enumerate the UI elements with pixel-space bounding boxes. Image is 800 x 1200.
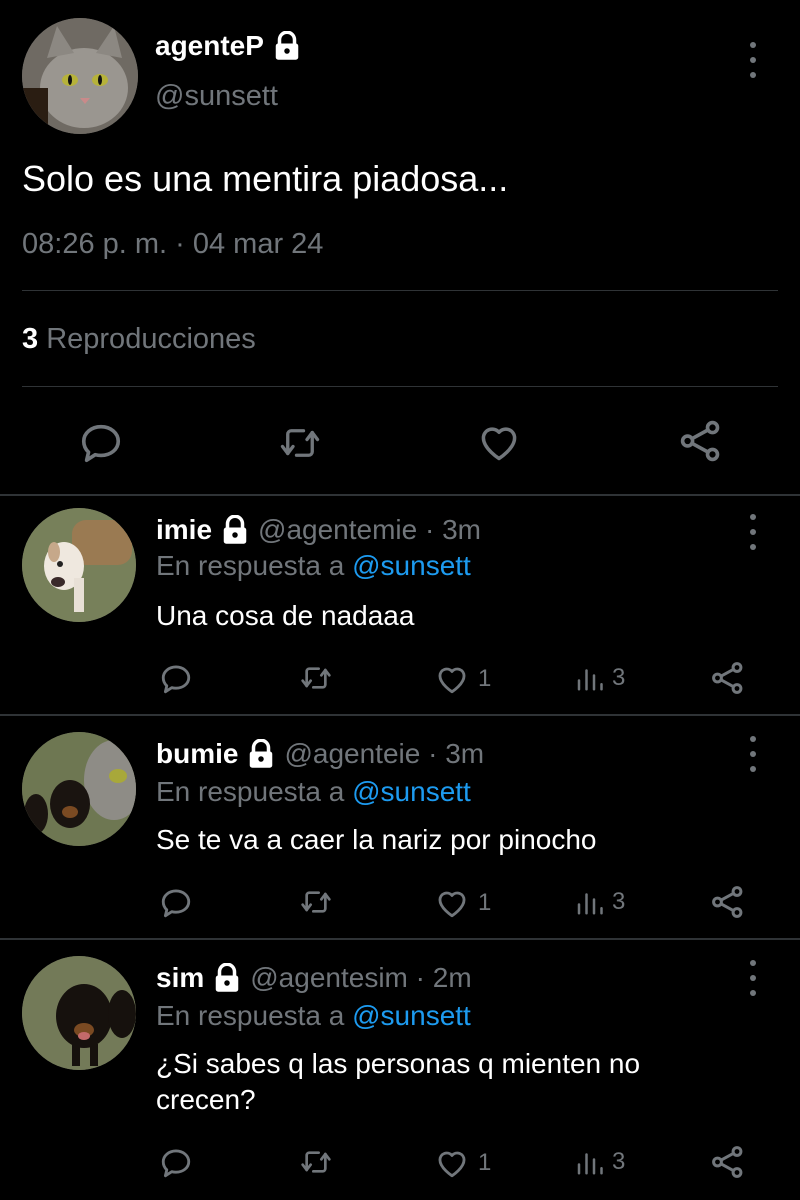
lock-icon xyxy=(216,963,239,992)
main-author[interactable]: agenteP xyxy=(155,30,302,62)
main-handle[interactable]: @sunsett xyxy=(155,80,278,113)
reply-action-share[interactable] xyxy=(710,1144,746,1180)
reply-action-retweet[interactable] xyxy=(298,662,334,694)
reply-header: imie @agentemie · 3m xyxy=(156,514,481,546)
divider xyxy=(0,714,800,716)
share-icon xyxy=(712,662,743,694)
retweet-icon[interactable] xyxy=(276,422,324,464)
views-icon xyxy=(577,669,603,691)
reply-action-share[interactable] xyxy=(710,884,746,920)
reply-header: sim @agentesim · 2m xyxy=(156,962,472,994)
views-icon xyxy=(577,893,603,915)
reply-prefix: En respuesta a xyxy=(156,776,345,807)
main-author-name[interactable]: agenteP xyxy=(155,30,264,62)
reply-context: En respuesta a @sunsett xyxy=(156,1000,471,1032)
like-count: 1 xyxy=(478,889,492,916)
reply-handle[interactable]: @agentemie · 3m xyxy=(258,514,481,546)
like-icon xyxy=(438,891,466,918)
reply-action-like[interactable]: 1 xyxy=(434,662,491,696)
reply-to-link[interactable]: @sunsett xyxy=(352,776,471,807)
reply-author-name[interactable]: bumie xyxy=(156,738,238,770)
like-icon xyxy=(438,667,466,694)
reply-handle[interactable]: @agentesim · 2m xyxy=(250,962,471,994)
main-timestamp[interactable]: 08:26 p. m. · 04 mar 24 xyxy=(22,228,323,261)
divider xyxy=(0,494,800,496)
reply-text: ¿Si sabes q las personas q mienten no cr… xyxy=(156,1048,641,1115)
share-icon xyxy=(712,1146,743,1178)
like-count: 1 xyxy=(478,1149,492,1176)
reply-prefix: En respuesta a xyxy=(156,550,345,581)
reply-action-like[interactable]: 1 xyxy=(434,1146,491,1180)
retweet-icon xyxy=(301,891,331,913)
views-row[interactable]: 3 Reproducciones xyxy=(22,323,256,356)
reply-action-views[interactable]: 3 xyxy=(574,662,625,694)
more-options-icon[interactable] xyxy=(743,736,763,772)
share-icon[interactable] xyxy=(678,418,724,464)
reply-action-share[interactable] xyxy=(710,660,746,696)
views-label: Reproducciones xyxy=(46,323,256,355)
reply-icon xyxy=(161,889,191,918)
retweet-icon xyxy=(301,1151,331,1173)
reply-icon[interactable] xyxy=(78,420,124,466)
views-icon xyxy=(577,1153,603,1175)
reply-icon xyxy=(161,1149,191,1178)
divider xyxy=(22,386,778,387)
more-options-icon[interactable] xyxy=(743,960,763,996)
main-avatar[interactable] xyxy=(22,18,138,134)
reply-handle[interactable]: @agenteie · 3m xyxy=(284,738,484,770)
reply-avatar[interactable] xyxy=(22,956,136,1070)
lock-icon xyxy=(250,739,273,768)
like-icon xyxy=(438,1151,466,1178)
reply-action-reply[interactable] xyxy=(159,662,193,696)
reply-action-views[interactable]: 3 xyxy=(574,1146,625,1178)
reply-prefix: En respuesta a xyxy=(156,1000,345,1031)
reply-author-name[interactable]: sim xyxy=(156,962,204,994)
share-icon xyxy=(712,886,743,918)
divider xyxy=(22,290,778,291)
reply-text: Una cosa de nadaaa xyxy=(156,600,415,631)
views-count: 3 xyxy=(612,1148,626,1175)
reply-to-link[interactable]: @sunsett xyxy=(352,1000,471,1031)
like-icon[interactable] xyxy=(476,420,522,464)
reply-author-name[interactable]: imie xyxy=(156,514,212,546)
more-options-icon[interactable] xyxy=(743,42,763,78)
reply-avatar[interactable] xyxy=(22,508,136,622)
reply-context: En respuesta a @sunsett xyxy=(156,776,471,808)
views-count: 3 xyxy=(22,323,39,355)
main-tweet-text: Solo es una mentira piadosa... xyxy=(22,158,509,199)
like-count: 1 xyxy=(478,665,492,692)
lock-icon xyxy=(275,31,299,60)
reply-text: Se te va a caer la nariz por pinocho xyxy=(156,824,597,855)
retweet-icon xyxy=(301,667,331,689)
reply-context: En respuesta a @sunsett xyxy=(156,550,471,582)
more-options-icon[interactable] xyxy=(743,514,763,550)
reply-header: bumie @agenteie · 3m xyxy=(156,738,484,770)
reply-icon xyxy=(161,665,191,694)
reply-action-like[interactable]: 1 xyxy=(434,886,491,920)
reply-to-link[interactable]: @sunsett xyxy=(352,550,471,581)
reply-action-reply[interactable] xyxy=(159,886,193,920)
views-count: 3 xyxy=(612,888,626,915)
reply-action-views[interactable]: 3 xyxy=(574,886,625,918)
reply-action-reply[interactable] xyxy=(159,1146,193,1180)
views-count: 3 xyxy=(612,664,626,691)
reply-action-retweet[interactable] xyxy=(298,1146,334,1178)
reply-action-retweet[interactable] xyxy=(298,886,334,918)
lock-icon xyxy=(223,515,247,544)
reply-avatar[interactable] xyxy=(22,732,136,846)
divider xyxy=(0,938,800,940)
